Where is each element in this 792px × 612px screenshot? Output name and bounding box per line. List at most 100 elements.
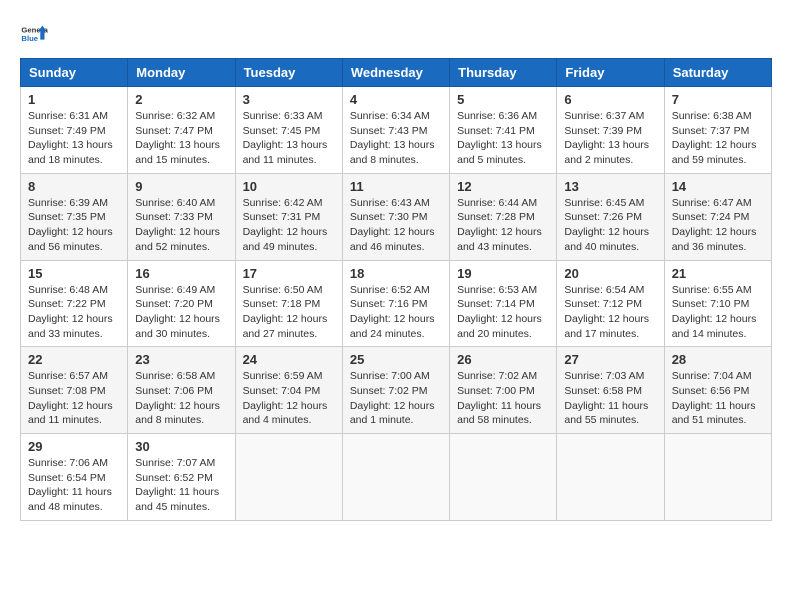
calendar-cell: 16 Sunrise: 6:49 AMSunset: 7:20 PMDaylig…	[128, 260, 235, 347]
day-number: 11	[350, 179, 442, 194]
calendar-cell: 8 Sunrise: 6:39 AMSunset: 7:35 PMDayligh…	[21, 173, 128, 260]
day-number: 28	[672, 352, 764, 367]
day-info: Sunrise: 6:38 AMSunset: 7:37 PMDaylight:…	[672, 110, 757, 166]
calendar-cell	[664, 434, 771, 521]
calendar-cell: 29 Sunrise: 7:06 AMSunset: 6:54 PMDaylig…	[21, 434, 128, 521]
weekday-header: Thursday	[450, 59, 557, 87]
day-info: Sunrise: 6:49 AMSunset: 7:20 PMDaylight:…	[135, 284, 220, 340]
calendar-cell	[235, 434, 342, 521]
day-number: 5	[457, 92, 549, 107]
day-number: 22	[28, 352, 120, 367]
calendar-cell: 6 Sunrise: 6:37 AMSunset: 7:39 PMDayligh…	[557, 87, 664, 174]
day-info: Sunrise: 7:00 AMSunset: 7:02 PMDaylight:…	[350, 370, 435, 426]
day-info: Sunrise: 6:59 AMSunset: 7:04 PMDaylight:…	[243, 370, 328, 426]
day-info: Sunrise: 6:48 AMSunset: 7:22 PMDaylight:…	[28, 284, 113, 340]
day-number: 15	[28, 266, 120, 281]
calendar-cell	[342, 434, 449, 521]
calendar-cell: 17 Sunrise: 6:50 AMSunset: 7:18 PMDaylig…	[235, 260, 342, 347]
calendar-cell: 7 Sunrise: 6:38 AMSunset: 7:37 PMDayligh…	[664, 87, 771, 174]
calendar-cell: 2 Sunrise: 6:32 AMSunset: 7:47 PMDayligh…	[128, 87, 235, 174]
calendar-cell: 1 Sunrise: 6:31 AMSunset: 7:49 PMDayligh…	[21, 87, 128, 174]
calendar-cell: 20 Sunrise: 6:54 AMSunset: 7:12 PMDaylig…	[557, 260, 664, 347]
day-number: 8	[28, 179, 120, 194]
day-info: Sunrise: 6:40 AMSunset: 7:33 PMDaylight:…	[135, 197, 220, 253]
day-number: 29	[28, 439, 120, 454]
calendar-week-row: 8 Sunrise: 6:39 AMSunset: 7:35 PMDayligh…	[21, 173, 772, 260]
weekday-header: Saturday	[664, 59, 771, 87]
calendar-cell: 27 Sunrise: 7:03 AMSunset: 6:58 PMDaylig…	[557, 347, 664, 434]
calendar-cell: 14 Sunrise: 6:47 AMSunset: 7:24 PMDaylig…	[664, 173, 771, 260]
logo-icon: General Blue	[20, 20, 48, 48]
day-number: 1	[28, 92, 120, 107]
calendar-cell: 21 Sunrise: 6:55 AMSunset: 7:10 PMDaylig…	[664, 260, 771, 347]
calendar-cell: 10 Sunrise: 6:42 AMSunset: 7:31 PMDaylig…	[235, 173, 342, 260]
day-number: 19	[457, 266, 549, 281]
day-number: 27	[564, 352, 656, 367]
calendar-cell: 15 Sunrise: 6:48 AMSunset: 7:22 PMDaylig…	[21, 260, 128, 347]
calendar-cell: 30 Sunrise: 7:07 AMSunset: 6:52 PMDaylig…	[128, 434, 235, 521]
calendar-cell: 19 Sunrise: 6:53 AMSunset: 7:14 PMDaylig…	[450, 260, 557, 347]
day-info: Sunrise: 6:33 AMSunset: 7:45 PMDaylight:…	[243, 110, 328, 166]
calendar-cell	[557, 434, 664, 521]
calendar-cell: 18 Sunrise: 6:52 AMSunset: 7:16 PMDaylig…	[342, 260, 449, 347]
day-number: 20	[564, 266, 656, 281]
day-info: Sunrise: 6:42 AMSunset: 7:31 PMDaylight:…	[243, 197, 328, 253]
calendar-cell: 26 Sunrise: 7:02 AMSunset: 7:00 PMDaylig…	[450, 347, 557, 434]
calendar-week-row: 1 Sunrise: 6:31 AMSunset: 7:49 PMDayligh…	[21, 87, 772, 174]
day-number: 14	[672, 179, 764, 194]
calendar-cell: 24 Sunrise: 6:59 AMSunset: 7:04 PMDaylig…	[235, 347, 342, 434]
weekday-header: Wednesday	[342, 59, 449, 87]
calendar-cell: 4 Sunrise: 6:34 AMSunset: 7:43 PMDayligh…	[342, 87, 449, 174]
day-info: Sunrise: 6:43 AMSunset: 7:30 PMDaylight:…	[350, 197, 435, 253]
day-number: 24	[243, 352, 335, 367]
day-info: Sunrise: 7:02 AMSunset: 7:00 PMDaylight:…	[457, 370, 541, 426]
calendar-cell: 9 Sunrise: 6:40 AMSunset: 7:33 PMDayligh…	[128, 173, 235, 260]
calendar-cell: 25 Sunrise: 7:00 AMSunset: 7:02 PMDaylig…	[342, 347, 449, 434]
day-info: Sunrise: 6:31 AMSunset: 7:49 PMDaylight:…	[28, 110, 113, 166]
day-info: Sunrise: 6:32 AMSunset: 7:47 PMDaylight:…	[135, 110, 220, 166]
calendar-cell: 13 Sunrise: 6:45 AMSunset: 7:26 PMDaylig…	[557, 173, 664, 260]
logo: General Blue	[20, 20, 48, 48]
day-number: 23	[135, 352, 227, 367]
day-number: 4	[350, 92, 442, 107]
day-info: Sunrise: 6:37 AMSunset: 7:39 PMDaylight:…	[564, 110, 649, 166]
day-number: 7	[672, 92, 764, 107]
day-number: 6	[564, 92, 656, 107]
day-info: Sunrise: 6:50 AMSunset: 7:18 PMDaylight:…	[243, 284, 328, 340]
day-number: 21	[672, 266, 764, 281]
calendar-cell: 22 Sunrise: 6:57 AMSunset: 7:08 PMDaylig…	[21, 347, 128, 434]
day-info: Sunrise: 6:36 AMSunset: 7:41 PMDaylight:…	[457, 110, 542, 166]
weekday-header: Monday	[128, 59, 235, 87]
calendar-cell: 5 Sunrise: 6:36 AMSunset: 7:41 PMDayligh…	[450, 87, 557, 174]
day-number: 13	[564, 179, 656, 194]
day-number: 2	[135, 92, 227, 107]
calendar-cell: 12 Sunrise: 6:44 AMSunset: 7:28 PMDaylig…	[450, 173, 557, 260]
day-number: 30	[135, 439, 227, 454]
calendar-cell: 28 Sunrise: 7:04 AMSunset: 6:56 PMDaylig…	[664, 347, 771, 434]
day-info: Sunrise: 7:03 AMSunset: 6:58 PMDaylight:…	[564, 370, 648, 426]
day-info: Sunrise: 6:58 AMSunset: 7:06 PMDaylight:…	[135, 370, 220, 426]
calendar-cell: 23 Sunrise: 6:58 AMSunset: 7:06 PMDaylig…	[128, 347, 235, 434]
day-number: 16	[135, 266, 227, 281]
weekday-header: Tuesday	[235, 59, 342, 87]
day-info: Sunrise: 6:39 AMSunset: 7:35 PMDaylight:…	[28, 197, 113, 253]
day-number: 25	[350, 352, 442, 367]
weekday-header: Sunday	[21, 59, 128, 87]
calendar-cell: 3 Sunrise: 6:33 AMSunset: 7:45 PMDayligh…	[235, 87, 342, 174]
calendar-table: SundayMondayTuesdayWednesdayThursdayFrid…	[20, 58, 772, 521]
day-info: Sunrise: 7:06 AMSunset: 6:54 PMDaylight:…	[28, 457, 112, 513]
day-number: 3	[243, 92, 335, 107]
day-info: Sunrise: 7:04 AMSunset: 6:56 PMDaylight:…	[672, 370, 756, 426]
svg-text:Blue: Blue	[21, 34, 38, 43]
day-info: Sunrise: 7:07 AMSunset: 6:52 PMDaylight:…	[135, 457, 219, 513]
day-info: Sunrise: 6:54 AMSunset: 7:12 PMDaylight:…	[564, 284, 649, 340]
day-number: 18	[350, 266, 442, 281]
day-info: Sunrise: 6:47 AMSunset: 7:24 PMDaylight:…	[672, 197, 757, 253]
calendar-cell	[450, 434, 557, 521]
weekday-header: Friday	[557, 59, 664, 87]
calendar-header-row: SundayMondayTuesdayWednesdayThursdayFrid…	[21, 59, 772, 87]
day-info: Sunrise: 6:53 AMSunset: 7:14 PMDaylight:…	[457, 284, 542, 340]
day-info: Sunrise: 6:45 AMSunset: 7:26 PMDaylight:…	[564, 197, 649, 253]
day-info: Sunrise: 6:44 AMSunset: 7:28 PMDaylight:…	[457, 197, 542, 253]
day-info: Sunrise: 6:55 AMSunset: 7:10 PMDaylight:…	[672, 284, 757, 340]
